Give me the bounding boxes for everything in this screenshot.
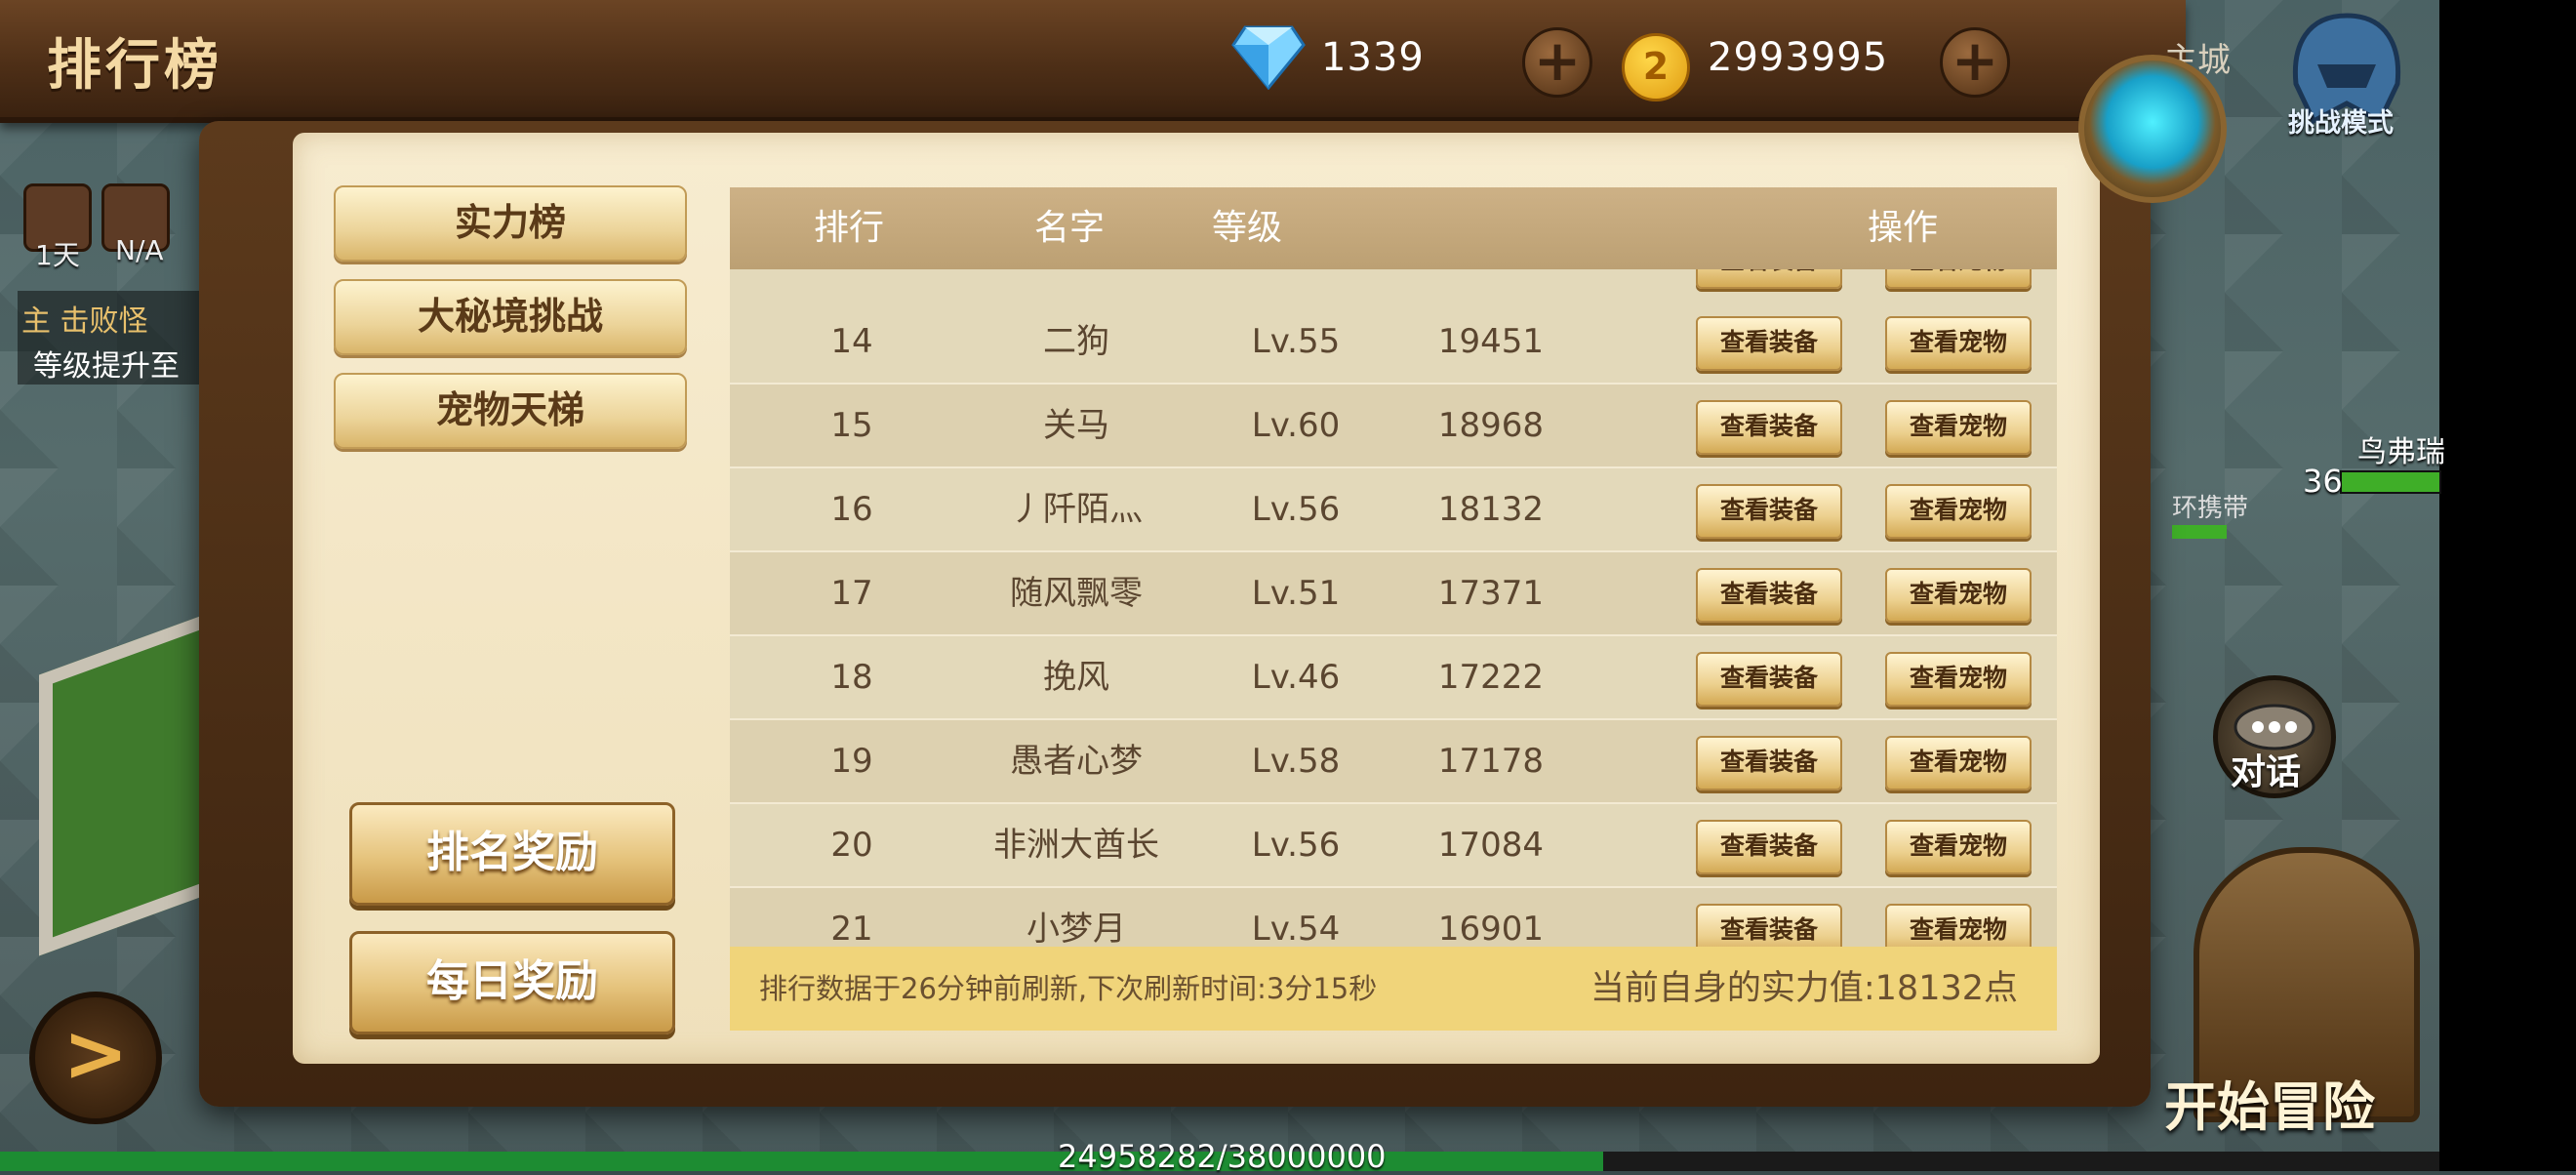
npc-level: 36 xyxy=(2303,463,2343,500)
view-equipment-button[interactable]: 查看装备 xyxy=(1696,316,1842,371)
rank-cell: 17 xyxy=(830,574,873,613)
power-cell: 17178 xyxy=(1437,742,1545,781)
days-label: 1天 xyxy=(35,239,80,271)
table-row: 16 丿阡陌灬 Lv.56 18132 查看装备 查看宠物 xyxy=(730,468,2057,552)
view-pet-button[interactable]: 查看宠物 xyxy=(1885,484,2032,539)
gold-count: 2993995 xyxy=(1708,35,1889,80)
chat-label: 对话 xyxy=(2231,752,2302,792)
rank-cell: 20 xyxy=(830,826,873,865)
quest-title: 主 击败怪 xyxy=(21,304,148,339)
view-equipment-button[interactable]: 查看装备 xyxy=(1696,568,1842,623)
name-cell: 关马 xyxy=(1043,406,1109,445)
view-pet-button[interactable]: 查看宠物 xyxy=(1885,400,2032,455)
table-row: 14 二狗 Lv.55 19451 查看装备 查看宠物 xyxy=(730,301,2057,385)
challenge-mode-label: 挑战模式 xyxy=(2288,108,2394,139)
name-cell: 小梦月 xyxy=(1026,910,1126,947)
header-action: 操作 xyxy=(1868,208,1939,248)
ring-text: 环携带 xyxy=(2172,494,2249,523)
tab-secret-realm[interactable]: 大秘境挑战 xyxy=(334,279,687,355)
daily-reward-button[interactable]: 每日奖励 xyxy=(349,931,675,1034)
add-gold-button[interactable]: + xyxy=(1940,27,2010,98)
power-cell: 17084 xyxy=(1437,826,1545,865)
view-equipment-button[interactable]: 查看装备 xyxy=(1696,269,1842,289)
level-cell: Lv.46 xyxy=(1251,658,1341,697)
table-header: 排行 名字 等级 操作 xyxy=(730,187,2057,269)
level-cell: Lv.54 xyxy=(1251,910,1341,947)
header-rank: 排行 xyxy=(814,208,885,248)
table-row: 21 小梦月 Lv.54 16901 查看装备 查看宠物 xyxy=(730,888,2057,947)
level-cell: Lv.58 xyxy=(1251,742,1341,781)
name-cell: 丿阡陌灬 xyxy=(1010,490,1143,529)
refresh-info: 排行数据于26分钟前刷新,下次刷新时间:3分15秒 xyxy=(759,972,1378,1005)
level-cell: Lv.55 xyxy=(1251,322,1341,361)
tab-power-ranking[interactable]: 实力榜 xyxy=(334,185,687,262)
name-cell: 二狗 xyxy=(1043,322,1109,361)
view-equipment-button[interactable]: 查看装备 xyxy=(1696,400,1842,455)
level-cell: Lv.60 xyxy=(1251,406,1341,445)
rank-reward-button[interactable]: 排名奖励 xyxy=(349,802,675,906)
rank-cell: 18 xyxy=(830,658,873,697)
header-level: 等级 xyxy=(1212,208,1283,248)
power-cell: 16901 xyxy=(1437,910,1545,947)
quest-detail: 等级提升至 xyxy=(33,349,180,384)
exp-text: 24958282/38000000 xyxy=(1058,1138,1387,1175)
add-gems-button[interactable]: + xyxy=(1522,27,1592,98)
view-pet-button[interactable]: 查看宠物 xyxy=(1885,316,2032,371)
power-cell: 17371 xyxy=(1437,574,1545,613)
rank-cell: 19 xyxy=(830,742,873,781)
view-pet-button[interactable]: 查看宠物 xyxy=(1885,736,2032,790)
name-cell: 挽风 xyxy=(1043,658,1109,697)
view-pet-button[interactable]: 查看宠物 xyxy=(1885,904,2032,947)
table-row: 17 随风飘零 Lv.51 17371 查看装备 查看宠物 xyxy=(730,552,2057,636)
adventure-label: 开始冒险 xyxy=(2164,1076,2375,1138)
screen-edge xyxy=(2439,0,2576,1171)
tab-pet-ladder[interactable]: 宠物天梯 xyxy=(334,373,687,449)
power-cell: 18968 xyxy=(1437,406,1545,445)
level-cell: Lv.56 xyxy=(1251,490,1341,529)
view-equipment-button[interactable]: 查看装备 xyxy=(1696,820,1842,874)
power-cell: 18132 xyxy=(1437,490,1545,529)
ranking-table[interactable]: 查看装备 查看宠物 14二狗Lv.5519451查看装备查看宠物15关马Lv.6… xyxy=(730,269,2057,947)
rank-cell: 15 xyxy=(830,406,873,445)
table-row-partial: 查看装备 查看宠物 xyxy=(730,269,2057,303)
rank-cell: 16 xyxy=(830,490,873,529)
table-row: 19 愚者心梦 Lv.58 17178 查看装备 查看宠物 xyxy=(730,720,2057,804)
view-pet-button[interactable]: 查看宠物 xyxy=(1885,568,2032,623)
view-pet-button[interactable]: 查看宠物 xyxy=(1885,269,2032,289)
level-cell: Lv.51 xyxy=(1251,574,1341,613)
rank-cell: 21 xyxy=(830,910,873,947)
rank-cell: 14 xyxy=(830,322,873,361)
header-name: 名字 xyxy=(1034,208,1106,248)
coin-icon: 2 xyxy=(1622,33,1690,101)
table-row: 20 非洲大酋长 Lv.56 17084 查看装备 查看宠物 xyxy=(730,804,2057,888)
view-equipment-button[interactable]: 查看装备 xyxy=(1696,736,1842,790)
na-label: N/A xyxy=(115,234,164,266)
view-equipment-button[interactable]: 查看装备 xyxy=(1696,484,1842,539)
power-cell: 17222 xyxy=(1437,658,1545,697)
view-equipment-button[interactable]: 查看装备 xyxy=(1696,904,1842,947)
self-power-value: 当前自身的实力值:18132点 xyxy=(1590,969,2018,1008)
npc-health-bar xyxy=(2340,470,2441,494)
name-cell: 非洲大酋长 xyxy=(993,826,1159,865)
page-title: 排行榜 xyxy=(47,34,222,98)
view-pet-button[interactable]: 查看宠物 xyxy=(1885,820,2032,874)
name-cell: 随风飘零 xyxy=(1010,574,1143,613)
npc-name: 鸟弗瑞 xyxy=(2357,435,2445,469)
leaderboard-footer: 排行数据于26分钟前刷新,下次刷新时间:3分15秒 当前自身的实力值:18132… xyxy=(730,947,2057,1031)
table-row: 15 关马 Lv.60 18968 查看装备 查看宠物 xyxy=(730,385,2057,468)
view-pet-button[interactable]: 查看宠物 xyxy=(1885,652,2032,707)
gem-icon xyxy=(1231,25,1306,90)
name-cell: 愚者心梦 xyxy=(1010,742,1143,781)
table-row: 18 挽风 Lv.46 17222 查看装备 查看宠物 xyxy=(730,636,2057,720)
gem-count: 1339 xyxy=(1321,35,1425,80)
view-equipment-button[interactable]: 查看装备 xyxy=(1696,652,1842,707)
orb-icon[interactable] xyxy=(2078,55,2227,203)
power-cell: 19451 xyxy=(1437,322,1545,361)
level-cell: Lv.56 xyxy=(1251,826,1341,865)
ring-health-bar xyxy=(2172,525,2227,539)
back-arrow-button[interactable]: > xyxy=(29,992,162,1124)
